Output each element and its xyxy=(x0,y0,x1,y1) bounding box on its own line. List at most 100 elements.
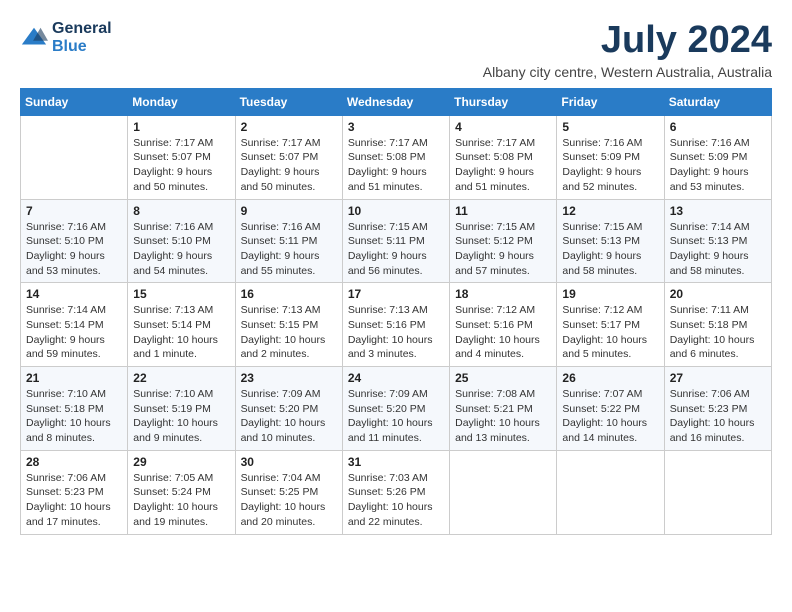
day-info: Sunrise: 7:12 AM Sunset: 5:17 PM Dayligh… xyxy=(562,303,658,362)
page-header: General Blue July 2024 Albany city centr… xyxy=(20,20,772,80)
calendar-cell: 1 Sunrise: 7:17 AM Sunset: 5:07 PM Daylig… xyxy=(128,115,235,199)
day-number: 12 xyxy=(562,204,658,218)
day-info: Sunrise: 7:16 AM Sunset: 5:11 PM Dayligh… xyxy=(241,220,337,279)
month-year-title: July 2024 xyxy=(483,20,772,62)
day-info: Sunrise: 7:17 AM Sunset: 5:07 PM Dayligh… xyxy=(241,136,337,195)
calendar-cell: 4Sunrise: 7:17 AM Sunset: 5:08 PM Daylig… xyxy=(450,115,557,199)
header-wednesday: Wednesday xyxy=(342,88,449,115)
day-info: Sunrise: 7:13 AM Sunset: 5:16 PM Dayligh… xyxy=(348,303,444,362)
day-number: 29 xyxy=(133,455,229,469)
calendar-cell: 14Sunrise: 7:14 AM Sunset: 5:14 PM Dayli… xyxy=(21,283,128,367)
day-info: Sunrise: 7:14 AM Sunset: 5:14 PM Dayligh… xyxy=(26,303,122,362)
day-number: 19 xyxy=(562,287,658,301)
calendar-cell: 15 Sunrise: 7:13 AM Sunset: 5:14 PM Dayli… xyxy=(128,283,235,367)
day-info: Sunrise: 7:16 AM Sunset: 5:10 PM Dayligh… xyxy=(26,220,122,279)
calendar-cell: 19 Sunrise: 7:12 AM Sunset: 5:17 PM Dayli… xyxy=(557,283,664,367)
calendar-cell: 31 Sunrise: 7:03 AM Sunset: 5:26 PM Dayli… xyxy=(342,450,449,534)
calendar-cell: 16 Sunrise: 7:13 AM Sunset: 5:15 PM Dayli… xyxy=(235,283,342,367)
day-info: Sunrise: 7:16 AM Sunset: 5:09 PM Dayligh… xyxy=(670,136,766,195)
day-number: 6 xyxy=(670,120,766,134)
day-info: Sunrise: 7:11 AM Sunset: 5:18 PM Dayligh… xyxy=(670,303,766,362)
day-info: Sunrise: 7:14 AM Sunset: 5:13 PM Dayligh… xyxy=(670,220,766,279)
day-number: 5 xyxy=(562,120,658,134)
day-number: 28 xyxy=(26,455,122,469)
calendar-cell: 2 Sunrise: 7:17 AM Sunset: 5:07 PM Daylig… xyxy=(235,115,342,199)
location-subtitle: Albany city centre, Western Australia, A… xyxy=(483,64,772,80)
title-block: July 2024 Albany city centre, Western Au… xyxy=(483,20,772,80)
week-row-2: 7Sunrise: 7:16 AM Sunset: 5:10 PM Daylig… xyxy=(21,199,772,283)
logo-icon xyxy=(20,24,48,52)
logo-line1: General xyxy=(52,20,112,38)
day-number: 20 xyxy=(670,287,766,301)
calendar-cell: 11 Sunrise: 7:15 AM Sunset: 5:12 PM Dayli… xyxy=(450,199,557,283)
calendar-cell: 12 Sunrise: 7:15 AM Sunset: 5:13 PM Dayli… xyxy=(557,199,664,283)
day-number: 1 xyxy=(133,120,229,134)
calendar-cell: 3 Sunrise: 7:17 AM Sunset: 5:08 PM Daylig… xyxy=(342,115,449,199)
calendar-cell: 25 Sunrise: 7:08 AM Sunset: 5:21 PM Dayli… xyxy=(450,367,557,451)
day-info: Sunrise: 7:09 AM Sunset: 5:20 PM Dayligh… xyxy=(348,387,444,446)
day-info: Sunrise: 7:13 AM Sunset: 5:14 PM Dayligh… xyxy=(133,303,229,362)
header-sunday: Sunday xyxy=(21,88,128,115)
day-info: Sunrise: 7:13 AM Sunset: 5:15 PM Dayligh… xyxy=(241,303,337,362)
calendar-cell: 17 Sunrise: 7:13 AM Sunset: 5:16 PM Dayli… xyxy=(342,283,449,367)
day-info: Sunrise: 7:04 AM Sunset: 5:25 PM Dayligh… xyxy=(241,471,337,530)
header-friday: Friday xyxy=(557,88,664,115)
day-number: 21 xyxy=(26,371,122,385)
logo-line2: Blue xyxy=(52,38,112,56)
calendar-header-row: SundayMondayTuesdayWednesdayThursdayFrid… xyxy=(21,88,772,115)
day-info: Sunrise: 7:16 AM Sunset: 5:09 PM Dayligh… xyxy=(562,136,658,195)
day-info: Sunrise: 7:06 AM Sunset: 5:23 PM Dayligh… xyxy=(26,471,122,530)
calendar-cell: 10 Sunrise: 7:15 AM Sunset: 5:11 PM Dayli… xyxy=(342,199,449,283)
day-number: 15 xyxy=(133,287,229,301)
day-number: 25 xyxy=(455,371,551,385)
calendar-cell: 29 Sunrise: 7:05 AM Sunset: 5:24 PM Dayli… xyxy=(128,450,235,534)
day-info: Sunrise: 7:15 AM Sunset: 5:13 PM Dayligh… xyxy=(562,220,658,279)
calendar-cell xyxy=(21,115,128,199)
calendar-cell: 18 Sunrise: 7:12 AM Sunset: 5:16 PM Dayli… xyxy=(450,283,557,367)
day-info: Sunrise: 7:08 AM Sunset: 5:21 PM Dayligh… xyxy=(455,387,551,446)
day-info: Sunrise: 7:05 AM Sunset: 5:24 PM Dayligh… xyxy=(133,471,229,530)
day-info: Sunrise: 7:09 AM Sunset: 5:20 PM Dayligh… xyxy=(241,387,337,446)
day-number: 8 xyxy=(133,204,229,218)
day-info: Sunrise: 7:03 AM Sunset: 5:26 PM Dayligh… xyxy=(348,471,444,530)
week-row-4: 21 Sunrise: 7:10 AM Sunset: 5:18 PM Dayli… xyxy=(21,367,772,451)
day-number: 22 xyxy=(133,371,229,385)
calendar-cell: 30 Sunrise: 7:04 AM Sunset: 5:25 PM Dayli… xyxy=(235,450,342,534)
header-tuesday: Tuesday xyxy=(235,88,342,115)
day-number: 18 xyxy=(455,287,551,301)
calendar-cell: 20 Sunrise: 7:11 AM Sunset: 5:18 PM Dayli… xyxy=(664,283,771,367)
day-number: 30 xyxy=(241,455,337,469)
day-info: Sunrise: 7:17 AM Sunset: 5:08 PM Dayligh… xyxy=(348,136,444,195)
header-thursday: Thursday xyxy=(450,88,557,115)
calendar-cell: 5 Sunrise: 7:16 AM Sunset: 5:09 PM Daylig… xyxy=(557,115,664,199)
day-number: 11 xyxy=(455,204,551,218)
day-info: Sunrise: 7:16 AM Sunset: 5:10 PM Dayligh… xyxy=(133,220,229,279)
header-saturday: Saturday xyxy=(664,88,771,115)
day-number: 9 xyxy=(241,204,337,218)
day-number: 31 xyxy=(348,455,444,469)
day-number: 27 xyxy=(670,371,766,385)
calendar-cell xyxy=(557,450,664,534)
calendar-table: SundayMondayTuesdayWednesdayThursdayFrid… xyxy=(20,88,772,535)
calendar-cell xyxy=(450,450,557,534)
day-number: 10 xyxy=(348,204,444,218)
calendar-cell: 9 Sunrise: 7:16 AM Sunset: 5:11 PM Daylig… xyxy=(235,199,342,283)
day-info: Sunrise: 7:10 AM Sunset: 5:19 PM Dayligh… xyxy=(133,387,229,446)
day-info: Sunrise: 7:17 AM Sunset: 5:07 PM Dayligh… xyxy=(133,136,229,195)
week-row-3: 14Sunrise: 7:14 AM Sunset: 5:14 PM Dayli… xyxy=(21,283,772,367)
day-info: Sunrise: 7:12 AM Sunset: 5:16 PM Dayligh… xyxy=(455,303,551,362)
calendar-cell: 13Sunrise: 7:14 AM Sunset: 5:13 PM Dayli… xyxy=(664,199,771,283)
calendar-cell: 22 Sunrise: 7:10 AM Sunset: 5:19 PM Dayli… xyxy=(128,367,235,451)
calendar-cell xyxy=(664,450,771,534)
day-number: 2 xyxy=(241,120,337,134)
day-number: 23 xyxy=(241,371,337,385)
day-info: Sunrise: 7:10 AM Sunset: 5:18 PM Dayligh… xyxy=(26,387,122,446)
header-monday: Monday xyxy=(128,88,235,115)
day-number: 17 xyxy=(348,287,444,301)
day-number: 16 xyxy=(241,287,337,301)
day-info: Sunrise: 7:15 AM Sunset: 5:12 PM Dayligh… xyxy=(455,220,551,279)
calendar-cell: 28 Sunrise: 7:06 AM Sunset: 5:23 PM Dayli… xyxy=(21,450,128,534)
day-info: Sunrise: 7:15 AM Sunset: 5:11 PM Dayligh… xyxy=(348,220,444,279)
day-number: 3 xyxy=(348,120,444,134)
calendar-cell: 21 Sunrise: 7:10 AM Sunset: 5:18 PM Dayli… xyxy=(21,367,128,451)
